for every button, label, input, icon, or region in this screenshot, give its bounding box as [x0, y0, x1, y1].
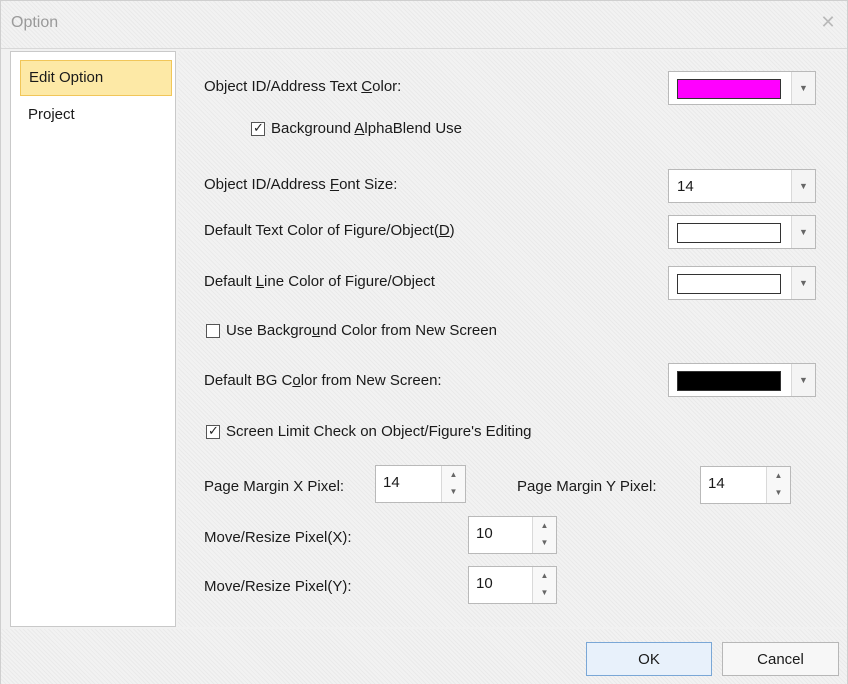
default-text-color-label: Default Text Color of Figure/Object(D) — [204, 222, 455, 239]
dropdown-arrow-icon[interactable]: ▼ — [791, 72, 815, 104]
spinner-buttons: ▲ ▼ — [532, 567, 556, 603]
dropdown-arrow-icon[interactable]: ▼ — [791, 170, 815, 202]
default-bg-color-picker[interactable]: ▼ — [668, 363, 816, 397]
default-text-color-picker[interactable]: ▼ — [668, 215, 816, 249]
default-line-color-picker[interactable]: ▼ — [668, 266, 816, 300]
use-bg-color-checkbox[interactable]: Use Background Color from New Screen — [206, 322, 497, 339]
spinner-buttons: ▲ ▼ — [532, 517, 556, 553]
id-text-color-swatch — [677, 79, 781, 99]
page-margin-y-spinner[interactable]: 14 ▲ ▼ — [700, 466, 791, 504]
default-line-color-label: Default Line Color of Figure/Object — [204, 273, 435, 290]
spin-up-icon[interactable]: ▲ — [533, 517, 556, 535]
bg-alphablend-checkbox[interactable]: ✓ Background AlphaBlend Use — [251, 120, 462, 137]
id-text-color-picker[interactable]: ▼ — [668, 71, 816, 105]
id-text-color-label: Object ID/Address Text Color: — [204, 78, 402, 95]
move-resize-y-value[interactable]: 10 — [476, 575, 493, 592]
dropdown-arrow-icon[interactable]: ▼ — [791, 216, 815, 248]
id-font-size-label: Object ID/Address Font Size: — [204, 176, 398, 193]
ok-button[interactable]: OK — [586, 642, 712, 676]
option-dialog: Option ✕ Edit Option Project Object ID/A… — [0, 0, 848, 684]
spin-down-icon[interactable]: ▼ — [533, 535, 556, 553]
checkbox-box[interactable] — [206, 323, 220, 338]
category-list: Edit Option Project — [10, 51, 176, 627]
page-margin-y-label: Page Margin Y Pixel: — [517, 478, 657, 495]
page-margin-x-label: Page Margin X Pixel: — [204, 478, 345, 495]
close-icon[interactable]: ✕ — [819, 13, 837, 31]
title-bar[interactable]: Option ✕ — [1, 1, 847, 49]
dialog-title: Option — [11, 14, 59, 31]
spin-up-icon[interactable]: ▲ — [442, 466, 465, 484]
page-margin-x-value[interactable]: 14 — [383, 474, 400, 491]
move-resize-x-spinner[interactable]: 10 ▲ ▼ — [468, 516, 557, 554]
check-icon: ✓ — [208, 422, 219, 438]
spin-up-icon[interactable]: ▲ — [767, 467, 790, 485]
checkbox-box[interactable]: ✓ — [251, 119, 265, 136]
move-resize-y-label: Move/Resize Pixel(Y): — [204, 578, 352, 595]
spin-up-icon[interactable]: ▲ — [533, 567, 556, 585]
spin-down-icon[interactable]: ▼ — [442, 484, 465, 502]
category-item-edit-option[interactable]: Edit Option — [20, 60, 172, 96]
move-resize-x-value[interactable]: 10 — [476, 525, 493, 542]
default-bg-color-label: Default BG Color from New Screen: — [204, 372, 442, 389]
default-text-color-swatch — [677, 223, 781, 243]
use-bg-color-label: Use Background Color from New Screen — [226, 322, 497, 339]
dropdown-arrow-icon[interactable]: ▼ — [791, 364, 815, 396]
dialog-footer: OK Cancel — [1, 629, 847, 684]
options-panel: Object ID/Address Text Color: ▼ ✓ Backgr… — [178, 51, 847, 627]
category-item-project[interactable]: Project — [20, 98, 172, 134]
page-margin-x-spinner[interactable]: 14 ▲ ▼ — [375, 465, 466, 503]
move-resize-x-label: Move/Resize Pixel(X): — [204, 529, 352, 546]
checkbox-box[interactable]: ✓ — [206, 422, 220, 439]
check-icon: ✓ — [253, 119, 264, 135]
spin-down-icon[interactable]: ▼ — [767, 485, 790, 503]
move-resize-y-spinner[interactable]: 10 ▲ ▼ — [468, 566, 557, 604]
screen-limit-check-label: Screen Limit Check on Object/Figure's Ed… — [226, 423, 532, 440]
bg-alphablend-label: Background AlphaBlend Use — [271, 120, 462, 137]
default-bg-color-swatch — [677, 371, 781, 391]
default-line-color-swatch — [677, 274, 781, 294]
dropdown-arrow-icon[interactable]: ▼ — [791, 267, 815, 299]
spin-down-icon[interactable]: ▼ — [533, 585, 556, 603]
id-font-size-value: 14 — [677, 178, 694, 195]
category-item-label: Project — [28, 106, 75, 123]
screen-limit-check-checkbox[interactable]: ✓ Screen Limit Check on Object/Figure's … — [206, 423, 532, 440]
category-item-label: Edit Option — [29, 69, 104, 86]
cancel-button[interactable]: Cancel — [722, 642, 839, 676]
spinner-buttons: ▲ ▼ — [441, 466, 465, 502]
page-margin-y-value[interactable]: 14 — [708, 475, 725, 492]
spinner-buttons: ▲ ▼ — [766, 467, 790, 503]
id-font-size-select[interactable]: 14 ▼ — [668, 169, 816, 203]
